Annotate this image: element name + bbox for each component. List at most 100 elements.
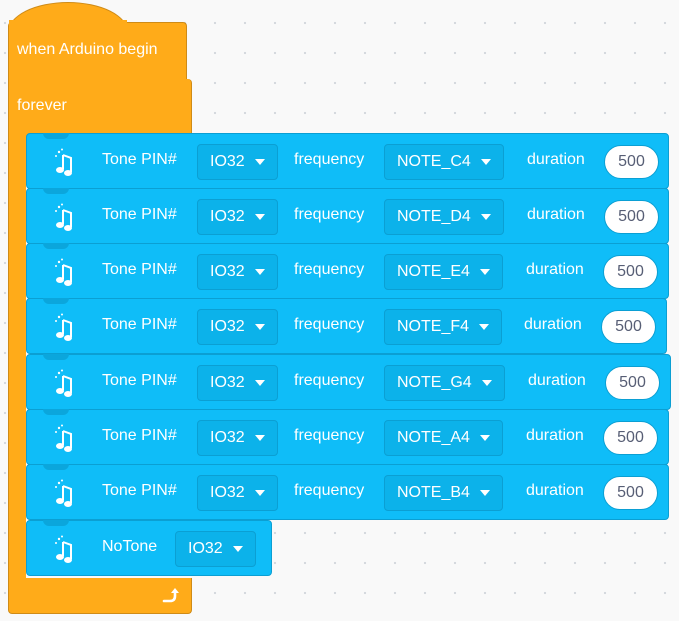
duration-input[interactable]: 500	[604, 145, 659, 179]
tone-pin-label: Tone PIN#	[102, 482, 177, 499]
duration-input[interactable]: 500	[603, 421, 658, 455]
tone-block[interactable]: Tone PIN# IO32 frequency NOTE_F4 duratio…	[26, 298, 667, 354]
note-value: NOTE_E4	[397, 263, 470, 280]
duration-label: duration	[527, 151, 585, 168]
forever-block-arm[interactable]	[8, 130, 26, 585]
music-note-icon	[55, 203, 72, 231]
notone-block[interactable]: NoTone IO32	[26, 520, 272, 576]
duration-label: duration	[524, 316, 582, 333]
pin-value: IO32	[210, 208, 245, 225]
tone-pin-label: Tone PIN#	[102, 316, 177, 333]
duration-label: duration	[526, 261, 584, 278]
tone-block[interactable]: Tone PIN# IO32 frequency NOTE_A4 duratio…	[26, 409, 669, 465]
tone-pin-label: Tone PIN#	[102, 206, 177, 223]
block-notch	[43, 354, 69, 360]
note-value: NOTE_B4	[397, 484, 470, 501]
pin-dropdown[interactable]: IO32	[197, 309, 278, 345]
block-notch	[43, 298, 69, 304]
caret-down-icon	[479, 435, 490, 441]
pin-value: IO32	[210, 153, 245, 170]
music-note-icon	[55, 535, 72, 563]
caret-down-icon	[480, 214, 491, 220]
note-dropdown[interactable]: NOTE_G4	[384, 365, 505, 401]
duration-input[interactable]: 500	[604, 200, 659, 234]
pin-dropdown[interactable]: IO32	[197, 475, 278, 511]
block-notch	[43, 133, 69, 139]
frequency-label: frequency	[294, 316, 365, 333]
caret-down-icon	[232, 546, 243, 552]
pin-value: IO32	[210, 374, 245, 391]
frequency-label: frequency	[294, 261, 365, 278]
frequency-label: frequency	[294, 427, 365, 444]
tone-block[interactable]: Tone PIN# IO32 frequency NOTE_E4 duratio…	[26, 243, 669, 299]
note-dropdown[interactable]: NOTE_D4	[384, 199, 504, 235]
note-value: NOTE_C4	[397, 153, 471, 170]
caret-down-icon	[481, 380, 492, 386]
pin-value: IO32	[188, 540, 223, 557]
notone-label: NoTone	[102, 538, 158, 555]
block-notch	[43, 409, 69, 415]
note-dropdown[interactable]: NOTE_C4	[384, 144, 504, 180]
note-value: NOTE_A4	[397, 429, 470, 446]
frequency-label: frequency	[294, 482, 365, 499]
note-value: NOTE_F4	[397, 318, 470, 335]
tone-block[interactable]: Tone PIN# IO32 frequency NOTE_B4 duratio…	[26, 464, 669, 520]
caret-down-icon	[254, 324, 265, 330]
tone-block[interactable]: Tone PIN# IO32 frequency NOTE_C4 duratio…	[26, 133, 669, 189]
block-notch	[43, 188, 69, 194]
caret-down-icon	[479, 324, 490, 330]
tone-pin-label: Tone PIN#	[102, 372, 177, 389]
caret-down-icon	[254, 214, 265, 220]
note-dropdown[interactable]: NOTE_A4	[384, 420, 503, 456]
pin-dropdown[interactable]: IO32	[197, 365, 278, 401]
block-notch	[43, 243, 69, 249]
pin-value: IO32	[210, 318, 245, 335]
forever-block-label: forever	[17, 97, 67, 114]
pin-value: IO32	[210, 484, 245, 501]
caret-down-icon	[479, 490, 490, 496]
caret-down-icon	[254, 380, 265, 386]
pin-dropdown[interactable]: IO32	[197, 144, 278, 180]
music-note-icon	[55, 479, 72, 507]
duration-label: duration	[527, 206, 585, 223]
caret-down-icon	[254, 435, 265, 441]
frequency-label: frequency	[294, 151, 365, 168]
pin-dropdown[interactable]: IO32	[197, 199, 278, 235]
note-dropdown[interactable]: NOTE_E4	[384, 254, 503, 290]
pin-dropdown[interactable]: IO32	[197, 420, 278, 456]
music-note-icon	[55, 424, 72, 452]
loop-arrow-icon	[162, 588, 179, 603]
music-note-icon	[55, 148, 72, 176]
caret-down-icon	[254, 269, 265, 275]
hat-block-label: when Arduino begin	[17, 41, 158, 58]
note-value: NOTE_G4	[397, 374, 472, 391]
pin-dropdown[interactable]: IO32	[175, 531, 256, 567]
tone-pin-label: Tone PIN#	[102, 151, 177, 168]
duration-input[interactable]: 500	[603, 255, 658, 289]
duration-input[interactable]: 500	[601, 310, 656, 344]
frequency-label: frequency	[294, 372, 365, 389]
hat-block-cap-fill	[9, 20, 127, 26]
music-note-icon	[55, 369, 72, 397]
duration-label: duration	[528, 372, 586, 389]
tone-block[interactable]: Tone PIN# IO32 frequency NOTE_G4 duratio…	[26, 354, 671, 410]
note-value: NOTE_D4	[397, 208, 471, 225]
block-notch	[43, 520, 69, 526]
duration-input[interactable]: 500	[603, 476, 658, 510]
duration-input[interactable]: 500	[605, 366, 660, 400]
pin-value: IO32	[210, 263, 245, 280]
frequency-label: frequency	[294, 206, 365, 223]
caret-down-icon	[254, 490, 265, 496]
caret-down-icon	[480, 159, 491, 165]
pin-dropdown[interactable]: IO32	[197, 254, 278, 290]
music-note-icon	[55, 313, 72, 341]
tone-pin-label: Tone PIN#	[102, 427, 177, 444]
note-dropdown[interactable]: NOTE_F4	[384, 309, 503, 345]
tone-pin-label: Tone PIN#	[102, 261, 177, 278]
caret-down-icon	[479, 269, 490, 275]
duration-label: duration	[526, 482, 584, 499]
tone-block[interactable]: Tone PIN# IO32 frequency NOTE_D4 duratio…	[26, 188, 669, 244]
block-notch	[43, 464, 69, 470]
note-dropdown[interactable]: NOTE_B4	[384, 475, 503, 511]
duration-label: duration	[526, 427, 584, 444]
